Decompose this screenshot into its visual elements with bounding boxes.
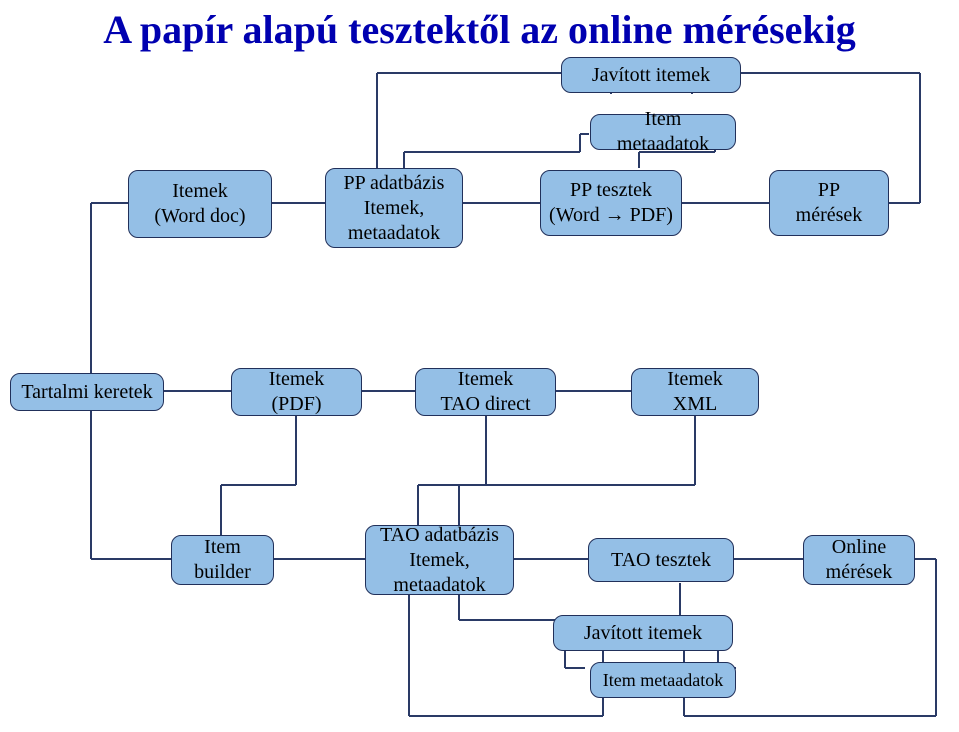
box-item-builder: Item builder [171,535,274,585]
box-javitott-itemek-bottom: Javított itemek [553,615,733,651]
box-tao-tesztek: TAO tesztek [588,538,734,582]
box-pp-meresek: PP mérések [769,170,889,236]
box-online-meresek: Online mérések [803,535,915,585]
box-pp-adatbazis: PP adatbázis Itemek, metaadatok [325,168,463,248]
box-javitott-itemek-top: Javított itemek [561,57,741,93]
connectors [0,0,959,732]
box-itemek-pdf: Itemek (PDF) [231,368,362,416]
box-itemek-xml: Itemek XML [631,368,759,416]
box-item-metaadatok-top: Item metaadatok [590,114,736,150]
box-tao-adatbazis: TAO adatbázis Itemek, metaadatok [365,525,514,595]
box-pp-tesztek: PP tesztek (Word → PDF) [540,170,682,236]
box-itemek-worddoc: Itemek (Word doc) [128,170,272,238]
page-title: A papír alapú tesztektől az online mérés… [0,6,959,53]
box-itemek-tao-direct: Itemek TAO direct [415,368,556,416]
box-tartalmi-keretek: Tartalmi keretek [10,373,164,411]
box-item-metaadatok-bottom: Item metaadatok [590,662,736,698]
